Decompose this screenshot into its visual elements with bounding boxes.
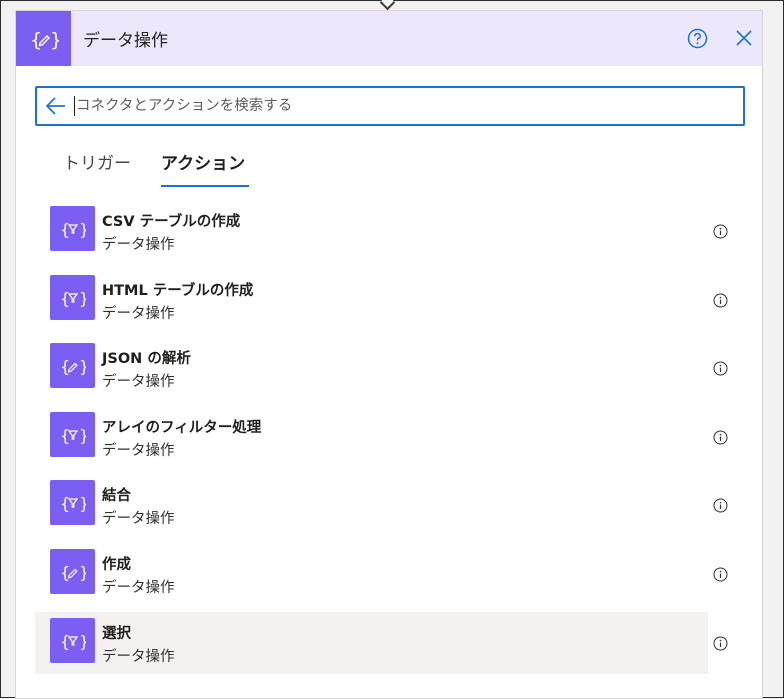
- back-arrow-icon[interactable]: [45, 96, 67, 116]
- svg-text:}: }: [79, 220, 86, 239]
- action-subtitle: データ操作: [102, 443, 175, 459]
- curly-braces-filter-icon: {}: [50, 618, 95, 663]
- window-frame: { } データ操作: [0, 0, 784, 699]
- action-subtitle: データ操作: [102, 306, 175, 322]
- curly-braces-pencil-icon: {}: [50, 343, 95, 388]
- action-subtitle: データ操作: [102, 237, 175, 253]
- svg-text:{: {: [60, 357, 70, 376]
- active-tab-indicator: [161, 185, 249, 187]
- action-subtitle: データ操作: [102, 511, 175, 527]
- svg-text:{: {: [60, 289, 70, 308]
- info-icon[interactable]: [713, 430, 728, 445]
- action-item-csv-table[interactable]: {} CSV テーブルの作成 データ操作: [35, 200, 728, 262]
- action-subtitle: データ操作: [102, 374, 175, 390]
- svg-text:{: {: [60, 563, 70, 582]
- info-icon[interactable]: [713, 567, 728, 582]
- action-subtitle: データ操作: [102, 649, 175, 665]
- action-title: HTML テーブルの作成: [102, 283, 254, 299]
- svg-text:}: }: [79, 494, 86, 513]
- tab-triggers[interactable]: トリガー: [63, 149, 131, 174]
- card-title: データ操作: [83, 31, 168, 51]
- search-box: [35, 86, 745, 126]
- search-input[interactable]: [73, 92, 736, 120]
- action-title: 作成: [102, 557, 131, 573]
- info-icon[interactable]: [713, 293, 728, 308]
- action-item-html-table[interactable]: {} HTML テーブルの作成 データ操作: [35, 269, 728, 331]
- action-title: 選択: [102, 626, 131, 642]
- action-item-join[interactable]: {} 結合 データ操作: [35, 474, 728, 536]
- action-item-compose[interactable]: {} 作成 データ操作: [35, 543, 728, 605]
- card-header: { } データ操作: [16, 11, 762, 66]
- info-icon[interactable]: [713, 498, 728, 513]
- svg-text:}: }: [79, 289, 86, 308]
- action-item-parse-json[interactable]: {} JSON の解析 データ操作: [35, 337, 728, 399]
- action-title: CSV テーブルの作成: [102, 214, 241, 230]
- curly-braces-filter-icon: {}: [50, 480, 95, 525]
- tab-actions[interactable]: アクション: [161, 149, 245, 174]
- close-icon[interactable]: [733, 27, 755, 49]
- svg-text:}: }: [79, 426, 86, 445]
- curly-braces-filter-icon: {}: [50, 275, 95, 320]
- action-title: 結合: [102, 488, 131, 504]
- action-item-filter-array[interactable]: {} アレイのフィルター処理 データ操作: [35, 406, 728, 468]
- svg-text:}: }: [79, 563, 86, 582]
- connector-arrow-icon: [379, 0, 396, 11]
- svg-text:}: }: [79, 357, 86, 376]
- action-title: JSON の解析: [102, 351, 191, 367]
- curly-braces-filter-icon: {}: [50, 412, 95, 457]
- curly-braces-pencil-icon: { }: [16, 11, 71, 66]
- svg-text:}: }: [79, 632, 86, 651]
- svg-text:{: {: [30, 29, 42, 51]
- svg-text:{: {: [60, 220, 70, 239]
- curly-braces-filter-icon: {}: [50, 206, 95, 251]
- svg-text:}: }: [50, 29, 59, 51]
- action-item-select[interactable]: {} 選択 データ操作: [35, 612, 728, 674]
- svg-text:{: {: [60, 426, 70, 445]
- info-icon[interactable]: [713, 224, 728, 239]
- action-subtitle: データ操作: [102, 580, 175, 596]
- svg-text:{: {: [60, 494, 70, 513]
- action-title: アレイのフィルター処理: [102, 420, 262, 436]
- curly-braces-pencil-icon: {}: [50, 549, 95, 594]
- connector-card: { } データ操作: [15, 10, 763, 699]
- help-icon[interactable]: [687, 28, 708, 49]
- info-icon[interactable]: [713, 361, 728, 376]
- svg-text:{: {: [60, 632, 70, 651]
- info-icon[interactable]: [713, 636, 728, 651]
